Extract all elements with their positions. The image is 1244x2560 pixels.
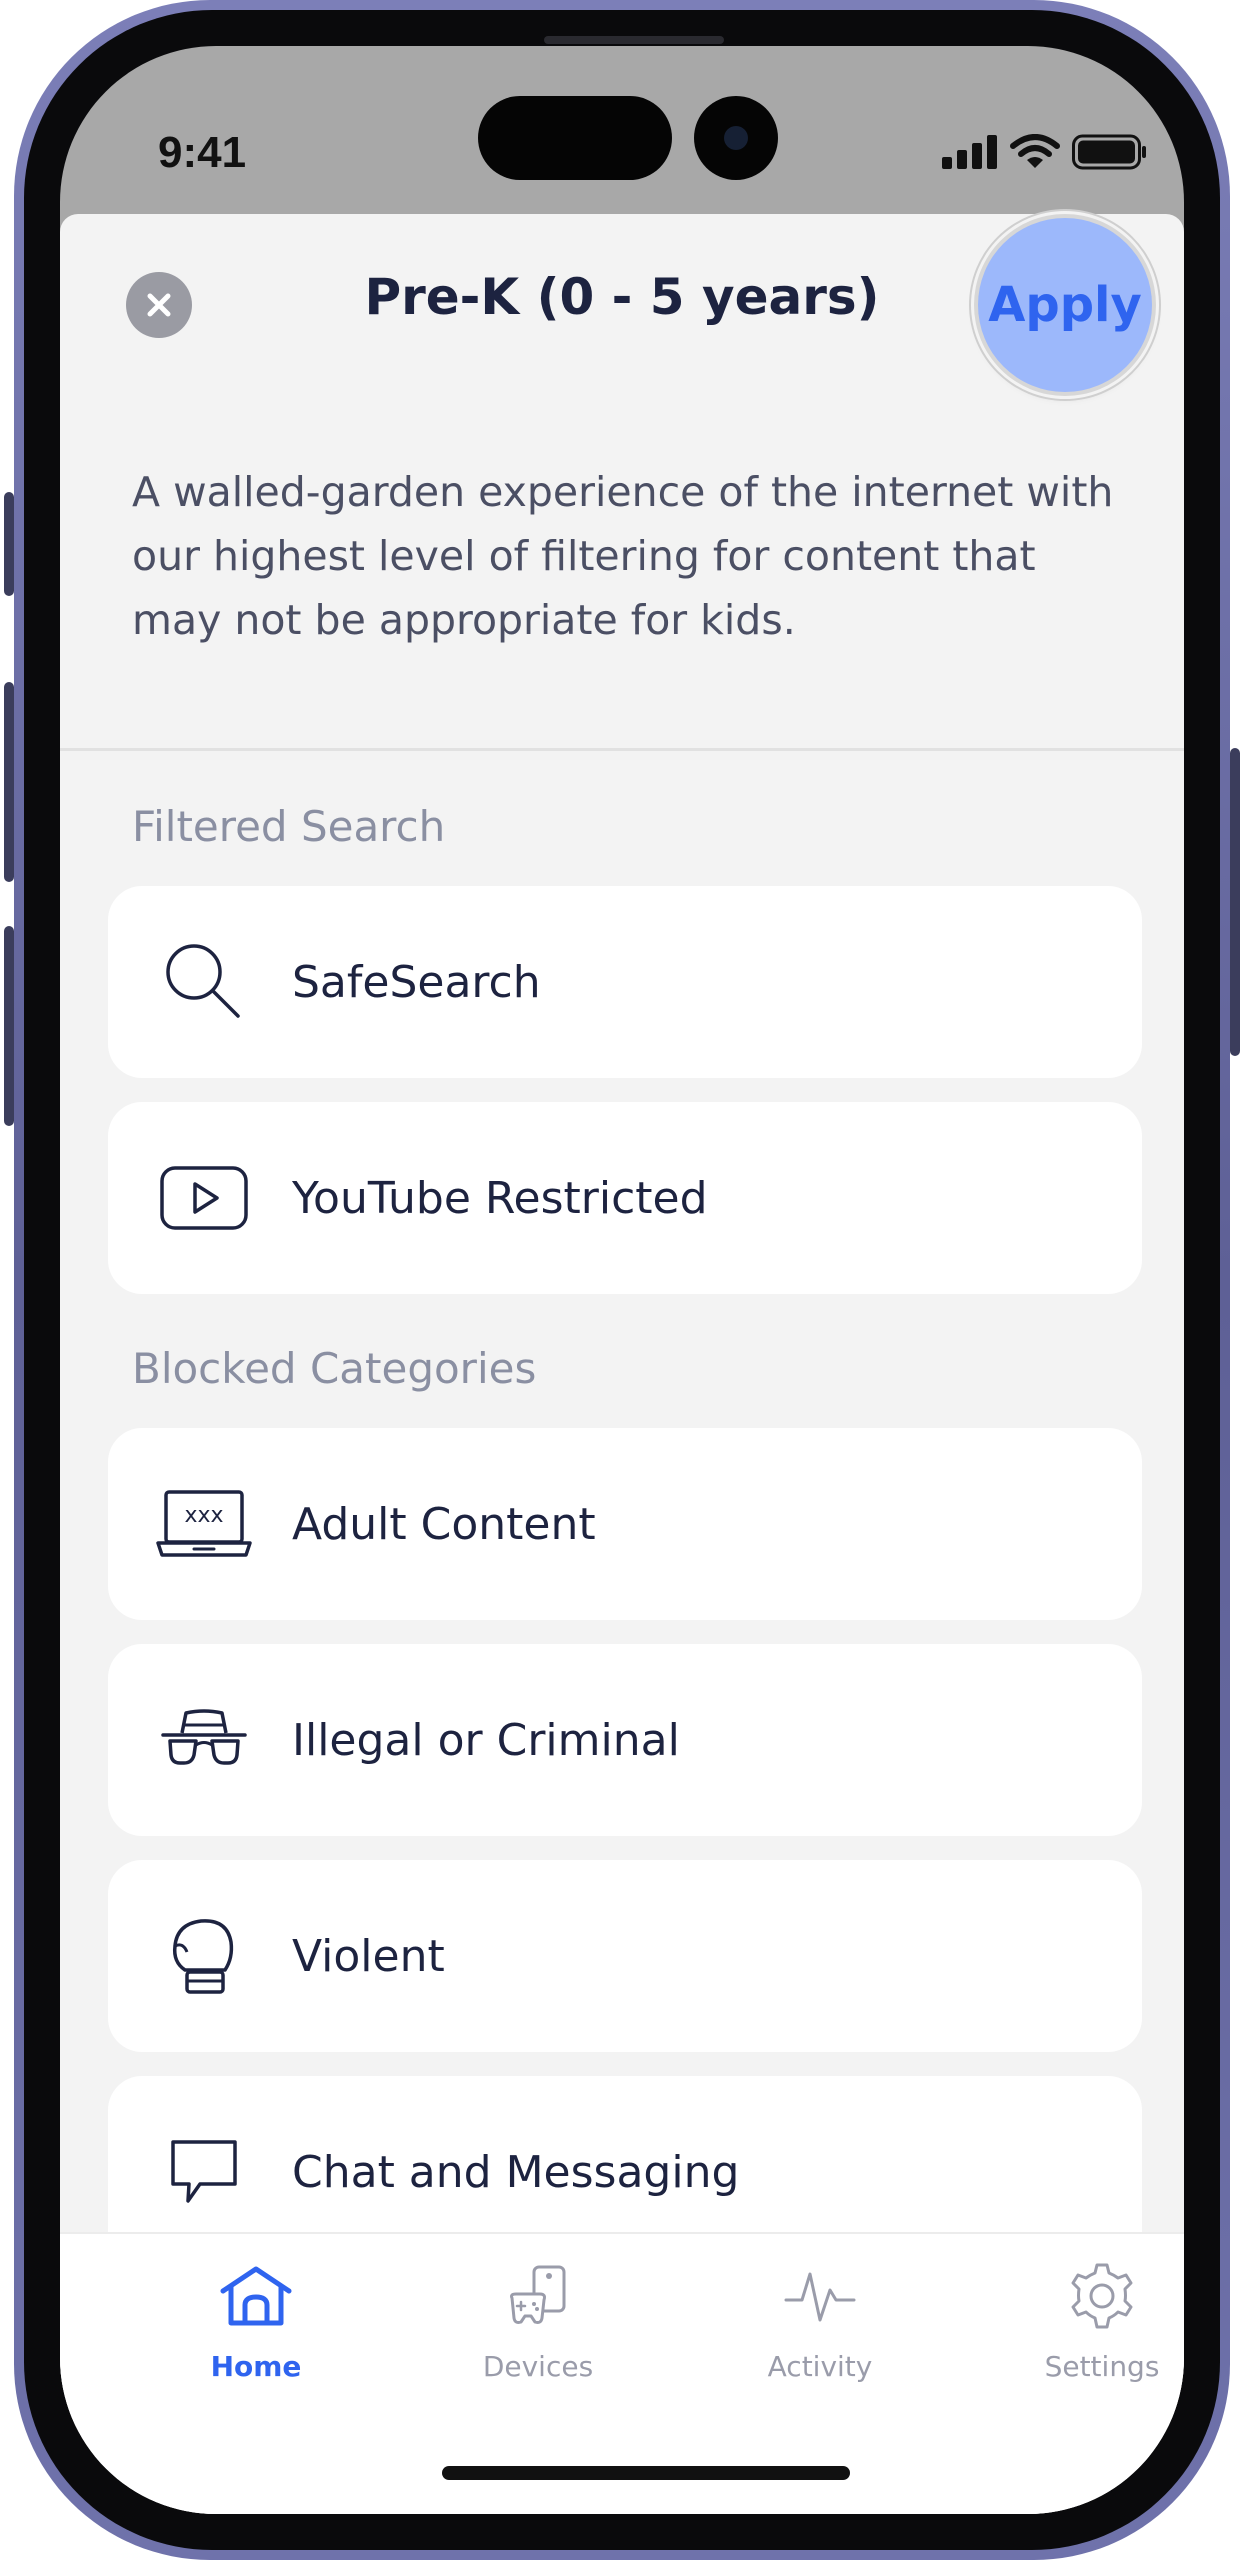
row-label: Illegal or Criminal [292,1714,680,1766]
volume-down-button [4,926,14,1126]
section-divider [60,748,1184,751]
row-label: SafeSearch [292,956,541,1008]
tab-devices[interactable]: Devices [428,2256,648,2383]
adult-content-row[interactable]: xxx Adult Content [108,1428,1142,1620]
cellular-signal-icon [942,135,997,169]
action-button [4,492,14,596]
safesearch-row[interactable]: SafeSearch [108,886,1142,1078]
status-time: 9:41 [158,128,247,177]
home-icon [211,2256,301,2336]
tab-label: Devices [482,2350,594,2383]
tab-label: Home [210,2350,302,2383]
filter-preset-sheet: Pre-K (0 - 5 years) Apply A walled-garde… [60,214,1184,2514]
tab-home[interactable]: Home [146,2256,366,2383]
wifi-icon [1010,134,1060,168]
preset-description: A walled-garden experience of the intern… [132,468,1114,644]
violent-row[interactable]: Violent [108,1860,1142,2052]
power-button [1230,748,1240,1056]
illegal-criminal-row[interactable]: Illegal or Criminal [108,1644,1142,1836]
battery-icon [1072,134,1146,170]
filtered-search-heading: Filtered Search [132,802,446,851]
phone-screen: 9:41 Pre-K (0 - 5 years) Apply A walled-… [60,46,1184,2514]
blocked-categories-heading: Blocked Categories [132,1344,537,1393]
status-icons [942,134,1148,170]
volume-up-button [4,682,14,882]
tab-settings[interactable]: Settings [992,2256,1184,2383]
home-indicator [442,2466,850,2480]
row-label: Violent [292,1930,445,1982]
phone-bezel: 9:41 Pre-K (0 - 5 years) Apply A walled-… [24,10,1220,2550]
youtube-restricted-row[interactable]: YouTube Restricted [108,1102,1142,1294]
activity-icon [775,2256,865,2336]
play-icon [154,1153,254,1243]
xxx-label: xxx [184,1503,223,1528]
row-label: Adult Content [292,1498,596,1550]
tab-label: Activity [767,2350,873,2383]
devices-icon [493,2256,583,2336]
stage: 9:41 Pre-K (0 - 5 years) Apply A walled-… [0,0,1244,2560]
laptop-xxx-icon: xxx [154,1479,254,1569]
tab-bar: Home Devices Activity Settings [60,2232,1184,2514]
phone-frame: 9:41 Pre-K (0 - 5 years) Apply A walled-… [14,0,1230,2560]
apply-button[interactable]: Apply [978,218,1152,392]
chat-bubble-icon [154,2127,254,2217]
gear-icon [1057,2256,1147,2336]
dynamic-island [478,96,672,180]
front-camera [694,96,778,180]
speaker-grill [544,36,724,44]
magnifier-icon [154,937,254,1027]
row-label: Chat and Messaging [292,2146,740,2198]
tab-label: Settings [1044,2350,1160,2383]
boxing-glove-icon [154,1911,254,2001]
row-label: YouTube Restricted [292,1172,708,1224]
spy-icon [154,1695,254,1785]
tab-activity[interactable]: Activity [710,2256,930,2383]
